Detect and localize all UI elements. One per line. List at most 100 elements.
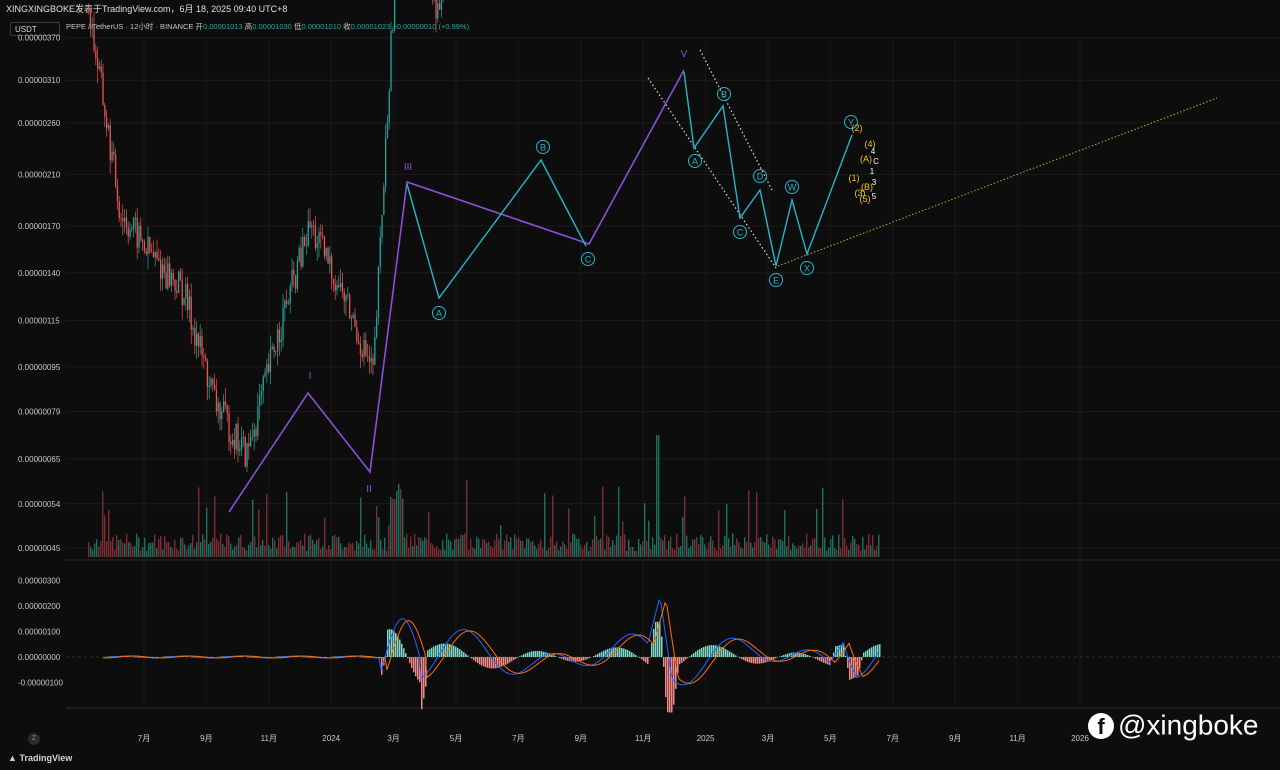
candle-body — [226, 405, 228, 413]
volume-bar — [396, 490, 398, 557]
time-tick-label: 2025 — [697, 734, 715, 743]
candle-body — [136, 217, 138, 248]
volume-bar — [790, 549, 792, 557]
macd-histogram-bar — [643, 657, 645, 662]
macd-histogram-bar — [433, 646, 435, 657]
correction-wave-label: E — [773, 276, 779, 286]
volume-bar — [100, 540, 102, 557]
candle-body — [214, 384, 216, 390]
macd-histogram-bar — [407, 657, 409, 659]
volume-bar — [342, 549, 344, 557]
macd-histogram-bar — [865, 651, 867, 657]
macd-histogram-bar — [725, 649, 727, 657]
volume-bar — [534, 545, 536, 557]
macd-histogram-bar — [587, 657, 589, 659]
volume-bar — [316, 540, 318, 557]
candle-body — [293, 270, 295, 276]
volume-bar — [400, 489, 402, 557]
candle-body — [262, 376, 264, 391]
volume-bar — [206, 507, 208, 557]
macd-histogram-bar — [835, 646, 837, 657]
volume-bar — [208, 543, 210, 557]
volume-bar — [156, 548, 158, 557]
macd-histogram-bar — [521, 655, 523, 657]
candle-body — [129, 230, 131, 237]
volume-bar — [864, 549, 866, 557]
volume-bar — [266, 493, 268, 557]
volume-bar — [660, 537, 662, 557]
volume-bar — [426, 538, 428, 557]
candle-body — [392, 29, 394, 32]
volume-bar — [358, 543, 360, 557]
volume-bar — [302, 545, 304, 557]
volume-bar — [698, 544, 700, 557]
volume-bar — [516, 538, 518, 557]
macd-histogram-bar — [499, 657, 501, 668]
volume-bar — [652, 537, 654, 557]
volume-bar — [394, 499, 396, 557]
price-chart[interactable]: 0.000036000.000030000.000024000.00002000… — [0, 0, 1280, 750]
volume-bar — [700, 534, 702, 557]
candle-body — [201, 336, 203, 356]
price-tick-label: 0.00000045 — [18, 544, 61, 553]
volume-bar — [130, 542, 132, 557]
candle-body — [142, 239, 144, 242]
volume-bar — [474, 548, 476, 557]
volume-bar — [188, 545, 190, 557]
macd-histogram-bar — [429, 648, 431, 657]
volume-bar — [410, 536, 412, 557]
volume-bar — [850, 543, 852, 557]
volume-bar — [686, 535, 688, 557]
candle-body — [223, 401, 225, 412]
candle-body — [311, 225, 313, 228]
volume-bar — [654, 544, 656, 557]
candle-body — [318, 232, 320, 244]
candle-body — [221, 411, 223, 420]
volume-bar — [584, 544, 586, 557]
candle-body — [111, 151, 113, 161]
volume-bar — [428, 512, 430, 557]
volume-bar — [734, 545, 736, 557]
candle-body — [271, 346, 273, 349]
volume-bar — [442, 540, 444, 557]
volume-bar — [580, 544, 582, 557]
macd-histogram-bar — [755, 657, 757, 664]
volume-bar — [380, 539, 382, 557]
macd-histogram-bar — [593, 655, 595, 657]
candle-body — [440, 0, 443, 10]
zoom-icon[interactable]: Z — [28, 733, 40, 745]
macd-histogram-bar — [867, 649, 869, 657]
candle-body — [268, 364, 270, 373]
macd-histogram-bar — [505, 657, 507, 665]
macd-histogram-bar — [487, 657, 489, 668]
volume-bar — [566, 548, 568, 557]
volume-bar — [200, 542, 202, 557]
volume-bar — [92, 549, 94, 557]
volume-bar — [866, 545, 868, 557]
candle-body — [95, 50, 97, 59]
candle-body — [320, 232, 322, 235]
volume-bar — [282, 535, 284, 557]
volume-bar — [820, 548, 822, 557]
volume-bar — [800, 545, 802, 557]
volume-bar — [110, 541, 112, 557]
macd-histogram-bar — [723, 648, 725, 657]
macd-histogram-bar — [869, 648, 871, 657]
volume-bar — [590, 546, 592, 557]
volume-bar — [754, 542, 756, 557]
macd-histogram-bar — [519, 656, 521, 657]
macd-histogram-bar — [689, 656, 691, 657]
price-tick-label: 0.00000260 — [18, 119, 61, 128]
brand-name: TradingView — [19, 753, 73, 763]
macd-histogram-bar — [753, 657, 755, 664]
correction-wave-label: W — [788, 183, 797, 193]
impulse-wave-label: I — [309, 371, 312, 382]
volume-bar — [704, 544, 706, 557]
macd-histogram-bar — [443, 643, 445, 657]
candle-body — [394, 0, 396, 30]
volume-bar — [508, 541, 510, 557]
volume-bar — [706, 548, 708, 557]
volume-bar — [840, 548, 842, 557]
volume-bar — [550, 536, 552, 557]
correction-wave-label: C — [737, 228, 744, 238]
